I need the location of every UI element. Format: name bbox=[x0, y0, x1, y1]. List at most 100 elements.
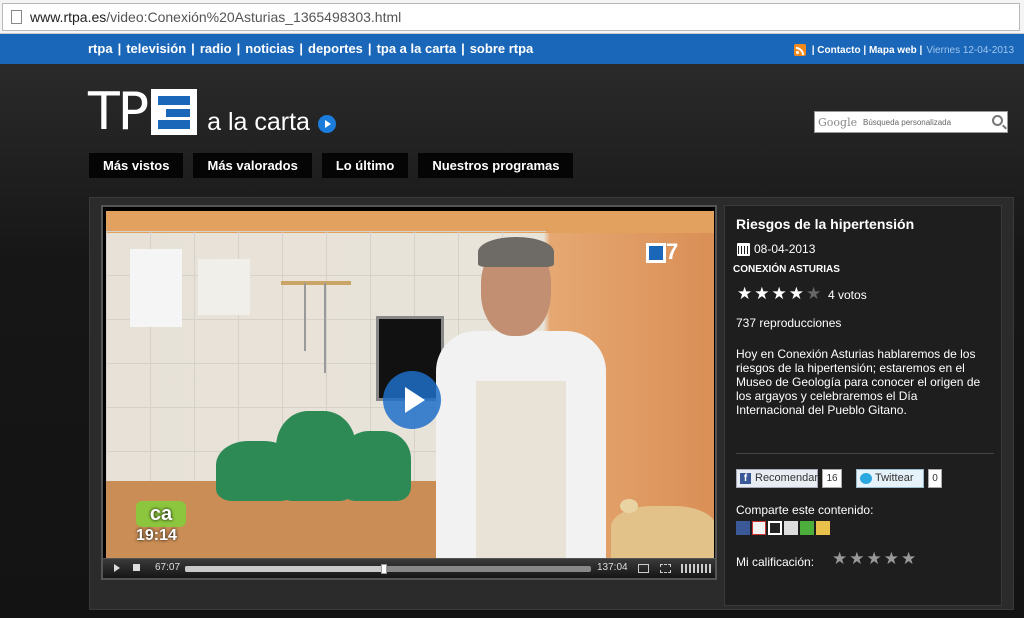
facebook-label: Recomendar bbox=[755, 472, 818, 484]
top-nav-links: rtpa | televisión | radio | noticias | deportes |… bbox=[88, 41, 533, 56]
rate-star-icon[interactable]: ★ bbox=[901, 551, 916, 568]
scene-band bbox=[106, 211, 714, 233]
section-tabs: Más vistos Más valorados Lo último Nuest… bbox=[89, 153, 574, 178]
page-icon bbox=[11, 10, 22, 24]
scene-hair bbox=[478, 237, 554, 267]
tab-lo-ultimo[interactable]: Lo último bbox=[321, 153, 409, 178]
facebook-recommend-button[interactable]: f Recomendar bbox=[736, 469, 818, 488]
contacto-link[interactable]: Contacto bbox=[817, 45, 860, 56]
scene-rack bbox=[281, 281, 351, 285]
digg-share-icon[interactable] bbox=[784, 521, 798, 535]
play-button[interactable] bbox=[383, 371, 441, 429]
total-time: 137:04 bbox=[597, 562, 628, 573]
stop-icon[interactable] bbox=[129, 561, 145, 575]
top-nav-right: | Contacto | Mapa web | Viernes 12-04-20… bbox=[793, 44, 1014, 56]
volume-icon[interactable] bbox=[681, 564, 711, 573]
nav-link-tpa-a-la-carta[interactable]: tpa a la carta bbox=[377, 41, 457, 56]
my-rating-label: Mi calificación: bbox=[736, 555, 815, 569]
nav-separator: | bbox=[860, 44, 869, 56]
nav-link-sobre-rtpa[interactable]: sobre rtpa bbox=[470, 41, 534, 56]
google-logo: Google bbox=[818, 116, 858, 129]
scene-bag bbox=[341, 431, 411, 501]
twitter-icon bbox=[860, 473, 872, 484]
tab-nuestros-programas[interactable]: Nuestros programas bbox=[418, 153, 574, 178]
my-rating-stars[interactable]: ★ ★ ★ ★ ★ bbox=[832, 551, 916, 568]
tab-mas-valorados[interactable]: Más valorados bbox=[193, 153, 312, 178]
star-icon: ★ bbox=[771, 284, 787, 304]
rate-star-icon[interactable]: ★ bbox=[884, 551, 899, 568]
scene-poster bbox=[130, 249, 182, 327]
star-icon: ★ bbox=[737, 284, 753, 304]
facebook-share-icon[interactable] bbox=[736, 521, 750, 535]
star-icon: ★ bbox=[806, 284, 822, 304]
url-path: /video:Conexión%20Asturias_1365498303.ht… bbox=[106, 9, 402, 25]
rss-icon[interactable] bbox=[793, 44, 806, 56]
seek-progress bbox=[185, 566, 384, 572]
video-date: 08-04-2013 bbox=[754, 242, 816, 256]
scene-poster bbox=[198, 259, 250, 315]
scene-bread bbox=[611, 506, 714, 558]
facebook-count: 16 bbox=[822, 469, 842, 488]
program-logo-overlay: ca 19:14 bbox=[136, 501, 186, 545]
channel-logo-overlay: a77 bbox=[646, 239, 688, 265]
scene-bread-roll bbox=[620, 499, 638, 513]
logo-subtitle: a la carta bbox=[207, 108, 310, 136]
delicious-share-icon[interactable] bbox=[768, 521, 782, 535]
mapa-web-link[interactable]: Mapa web bbox=[869, 45, 917, 56]
twitter-button[interactable]: Twittear bbox=[856, 469, 924, 488]
search-box[interactable]: Google Búsqueda personalizada bbox=[814, 111, 1008, 133]
search-icon[interactable] bbox=[992, 115, 1003, 126]
nav-link-noticias[interactable]: noticias bbox=[245, 41, 294, 56]
play-count: 737 reproducciones bbox=[736, 316, 842, 330]
tpa-a-la-carta-logo[interactable]: TP a la carta bbox=[88, 81, 336, 142]
fullscreen-icon[interactable] bbox=[657, 561, 673, 575]
meneame-share-icon[interactable] bbox=[800, 521, 814, 535]
nav-link-rtpa[interactable]: rtpa bbox=[88, 41, 113, 56]
nav-link-radio[interactable]: radio bbox=[200, 41, 232, 56]
nav-link-deportes[interactable]: deportes bbox=[308, 41, 363, 56]
video-frame[interactable]: a77 ca 19:14 bbox=[106, 211, 714, 558]
seek-bar[interactable] bbox=[185, 564, 591, 574]
url-text[interactable]: www.rtpa.es/video:Conexión%20Asturias_13… bbox=[30, 9, 401, 25]
divider bbox=[736, 453, 994, 454]
twitter-count: 0 bbox=[928, 469, 942, 488]
screen-size-icon[interactable] bbox=[635, 561, 651, 575]
vote-count: 4 votos bbox=[828, 288, 867, 302]
nav-link-television[interactable]: televisión bbox=[126, 41, 186, 56]
nav-separator: | bbox=[236, 41, 241, 56]
rate-star-icon[interactable]: ★ bbox=[849, 551, 864, 568]
star-icon: ★ bbox=[754, 284, 770, 304]
facebook-icon: f bbox=[740, 473, 751, 484]
play-icon[interactable] bbox=[109, 561, 125, 575]
twitter-label: Twittear bbox=[875, 472, 914, 484]
player-controls: 67:07 137:04 bbox=[103, 558, 715, 578]
scene-apron bbox=[476, 381, 566, 558]
video-description: Hoy en Conexión Asturias hablaremos de l… bbox=[736, 347, 981, 417]
tab-mas-vistos[interactable]: Más vistos bbox=[89, 153, 184, 178]
video-title: Riesgos de la hipertensión bbox=[736, 216, 915, 232]
video-player[interactable]: a77 ca 19:14 67:07 137:04 bbox=[101, 205, 717, 580]
browser-address-bar: www.rtpa.es/video:Conexión%20Asturias_13… bbox=[0, 0, 1024, 34]
logo-tp: TP bbox=[88, 81, 149, 142]
url-field[interactable]: www.rtpa.es/video:Conexión%20Asturias_13… bbox=[2, 3, 1020, 31]
scene-ladle bbox=[324, 283, 326, 373]
current-date: Viernes 12-04-2013 bbox=[926, 44, 1014, 56]
nav-separator: | bbox=[367, 41, 372, 56]
nav-separator: | bbox=[299, 41, 304, 56]
rate-star-icon[interactable]: ★ bbox=[867, 551, 882, 568]
email-share-icon[interactable] bbox=[752, 521, 766, 535]
program-name[interactable]: CONEXIÓN ASTURIAS bbox=[733, 264, 840, 275]
search-placeholder: Búsqueda personalizada bbox=[863, 118, 952, 127]
google-share-icon[interactable] bbox=[816, 521, 830, 535]
nav-separator: | bbox=[117, 41, 122, 56]
program-badge: ca bbox=[136, 501, 186, 527]
top-navigation: rtpa | televisión | radio | noticias | deportes |… bbox=[0, 34, 1024, 64]
calendar-icon bbox=[737, 243, 750, 256]
rating-stars: ★ ★ ★ ★ ★ bbox=[737, 286, 821, 303]
nav-separator: | bbox=[461, 41, 465, 56]
share-icons bbox=[736, 521, 830, 535]
rate-star-icon[interactable]: ★ bbox=[832, 551, 847, 568]
tpa-logo-icon bbox=[151, 88, 198, 135]
scene-ladle bbox=[304, 283, 306, 351]
seek-handle[interactable] bbox=[380, 564, 387, 574]
